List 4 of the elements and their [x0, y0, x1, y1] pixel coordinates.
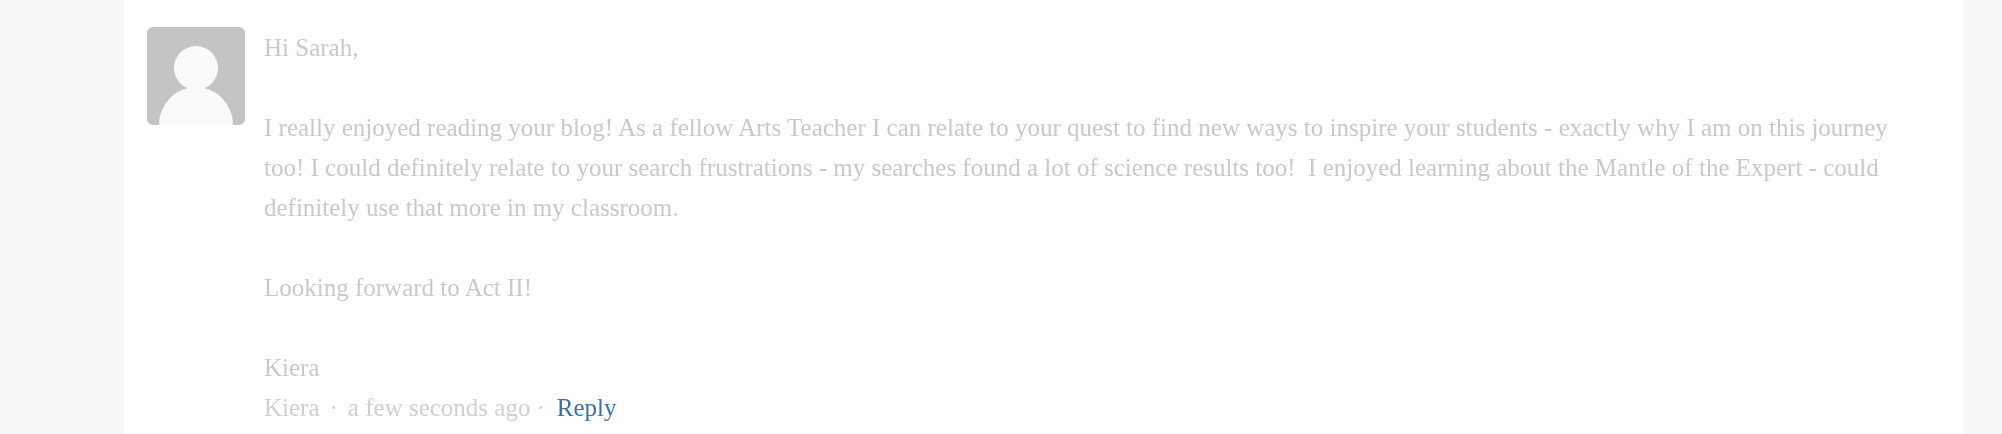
separator-dot: ·	[536, 393, 545, 423]
separator-dot: ·	[329, 393, 338, 423]
reply-link[interactable]: Reply	[556, 388, 617, 428]
avatar-icon	[147, 27, 245, 125]
